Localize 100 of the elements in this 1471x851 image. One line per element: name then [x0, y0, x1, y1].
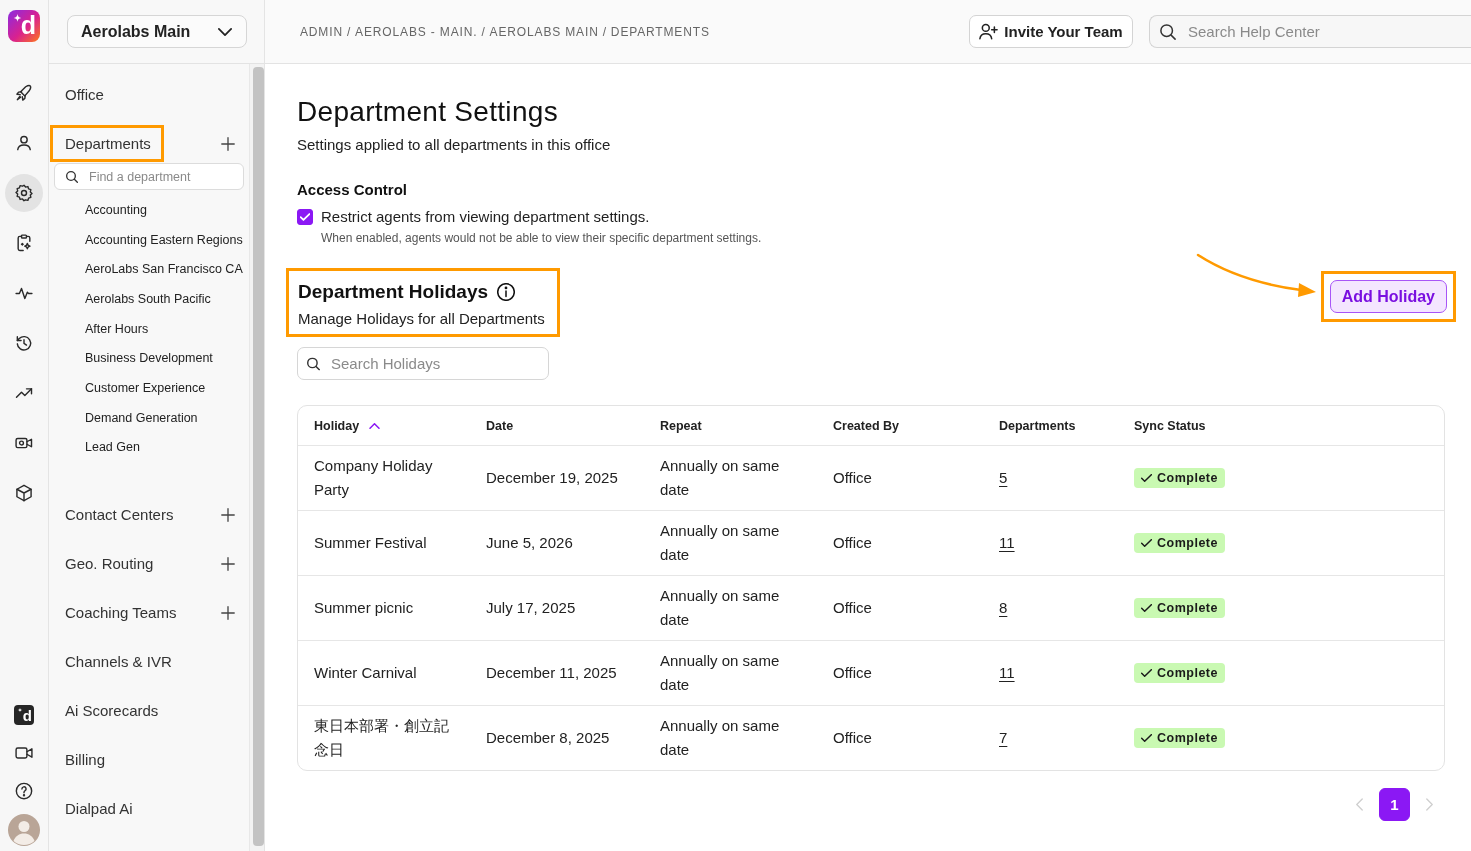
nav-link[interactable]: Channels & IVR [65, 653, 172, 670]
department-count-link[interactable]: 7 [999, 726, 1008, 750]
nav-link[interactable]: Departments [65, 135, 151, 152]
search-field[interactable]: Find a department [54, 163, 244, 190]
table-cell-text: July 17, 2025 [486, 598, 576, 618]
office-dropdown[interactable]: Aerolabs Main [67, 15, 247, 48]
checkbox[interactable] [297, 209, 313, 225]
nav-sub-link[interactable]: Accounting [85, 202, 147, 217]
check-icon [1141, 474, 1152, 482]
nav-sub-link[interactable]: Demand Generation [85, 410, 198, 425]
app-logo[interactable]: d [8, 10, 40, 42]
check-icon [1141, 669, 1152, 677]
status-label: Complete [1157, 600, 1218, 617]
rocket-icon[interactable] [14, 83, 34, 103]
nav-sub-link[interactable]: Lead Gen [85, 440, 140, 455]
page-subtitle: Settings applied to all departments in this office [297, 135, 612, 155]
nav-sub-link[interactable]: Aerolabs South Pacific [85, 291, 211, 306]
check-icon [300, 213, 310, 221]
table-cell-text: June 5, 2026 [486, 533, 573, 553]
nav-link[interactable]: Office [65, 86, 104, 103]
table-cell-text: Office [833, 468, 872, 488]
nav-link[interactable]: Contact Centers [65, 506, 174, 523]
search-icon [1160, 23, 1176, 40]
table-cell-text: Winter Carnival [314, 663, 417, 683]
table-cell-text: Office [833, 598, 872, 618]
scrollbar-thumb[interactable] [253, 67, 264, 846]
page-button[interactable]: 1 [1379, 788, 1410, 821]
section-heading: Access Control [297, 180, 409, 200]
table-cell-text: December 11, 2025 [486, 663, 617, 683]
plus-icon[interactable] [221, 136, 235, 151]
search-icon [66, 170, 78, 183]
checkbox-label: Restrict agents from viewing department settings. [321, 207, 650, 227]
table-cell-text: December 19, 2025 [486, 468, 618, 488]
department-count-link[interactable]: 11 [999, 661, 1015, 685]
nav-sub-link[interactable]: After Hours [85, 321, 149, 336]
status-label: Complete [1157, 665, 1218, 682]
table-cell-text: Office [833, 533, 872, 553]
nav-sub-link[interactable]: Customer Experience [85, 380, 206, 395]
status-label: Complete [1157, 535, 1218, 552]
breadcrumb-link[interactable]: DEPARTMENTS [610, 24, 710, 39]
nav-link[interactable]: Coaching Teams [65, 604, 177, 621]
table-cell-text: Annually on same date [660, 651, 781, 695]
check-icon [1141, 539, 1152, 547]
history-icon[interactable] [14, 333, 34, 353]
table-cell-text: Office [833, 663, 872, 683]
column-header[interactable]: Date [470, 406, 644, 445]
breadcrumb-link[interactable]: ADMIN [300, 24, 343, 39]
table-cell-text: Annually on same date [660, 456, 781, 500]
nav-link[interactable]: Dialpad Ai [65, 800, 133, 817]
breadcrumb-link[interactable]: AEROLABS - MAIN. [355, 24, 478, 39]
department-count-link[interactable]: 11 [999, 531, 1015, 555]
clipboard-sparkle-icon[interactable] [14, 233, 34, 253]
status-label: Complete [1157, 730, 1218, 747]
nav-sub-link[interactable]: Business Development [85, 351, 213, 366]
table-cell-text: Company Holiday Party [314, 456, 434, 500]
status-label: Complete [1157, 470, 1218, 487]
plus-icon[interactable] [221, 605, 235, 620]
column-header[interactable]: Repeat [644, 406, 817, 445]
table-cell-text: Office [833, 728, 872, 748]
cube-icon[interactable] [14, 483, 34, 503]
help-icon[interactable] [14, 781, 34, 801]
gear-icon [14, 183, 34, 203]
department-count-link[interactable]: 8 [999, 596, 1008, 620]
breadcrumb-separator: / [346, 24, 352, 39]
person-icon[interactable] [14, 133, 34, 153]
info-icon[interactable] [497, 283, 516, 301]
plus-icon[interactable] [221, 556, 235, 571]
check-icon [1141, 604, 1152, 612]
nav-sub-link[interactable]: AeroLabs San Francisco CA [85, 262, 243, 277]
breadcrumb-separator: / [602, 24, 607, 39]
table-cell-text: Summer Festival [314, 533, 427, 553]
invite-button[interactable]: Invite Your Team [969, 15, 1133, 48]
breadcrumb-link[interactable]: AEROLABS MAIN [489, 24, 599, 39]
caret-up-icon[interactable] [369, 422, 381, 429]
section-subtitle: Manage Holidays for all Departments [298, 309, 545, 329]
column-header[interactable]: Sync Status [1118, 406, 1444, 445]
person-plus-icon [979, 22, 999, 41]
help-text: When enabled, agents would not be able to view their specific department settings. [321, 230, 763, 246]
search-icon [307, 357, 320, 370]
search-field[interactable]: Search Help Center [1149, 15, 1471, 48]
table-cell-text: Annually on same date [660, 586, 781, 630]
plus-icon[interactable] [221, 507, 235, 522]
column-header[interactable]: Holiday [298, 406, 470, 445]
column-header[interactable]: Created By [817, 406, 983, 445]
department-count-link[interactable]: 5 [999, 466, 1008, 490]
nav-link[interactable]: Billing [65, 751, 106, 768]
nav-link[interactable]: Ai Scorecards [65, 702, 159, 719]
table-cell-text: Annually on same date [660, 716, 781, 760]
search-field[interactable]: Search Holidays [297, 347, 549, 380]
page-title: Department Settings [297, 95, 559, 129]
check-icon [1141, 734, 1152, 742]
column-header[interactable]: Departments [983, 406, 1118, 445]
app-logo[interactable]: d [14, 705, 34, 725]
table-cell-text: Annually on same date [660, 521, 781, 565]
nav-link[interactable]: Geo. Routing [65, 555, 154, 572]
nav-sub-link[interactable]: Accounting Eastern Regions [85, 232, 243, 247]
rail-nav-button[interactable] [5, 174, 43, 212]
table-cell-text: Summer picnic [314, 598, 414, 618]
add-holiday-button[interactable]: Add Holiday [1329, 280, 1447, 313]
breadcrumb-separator: / [481, 24, 486, 39]
